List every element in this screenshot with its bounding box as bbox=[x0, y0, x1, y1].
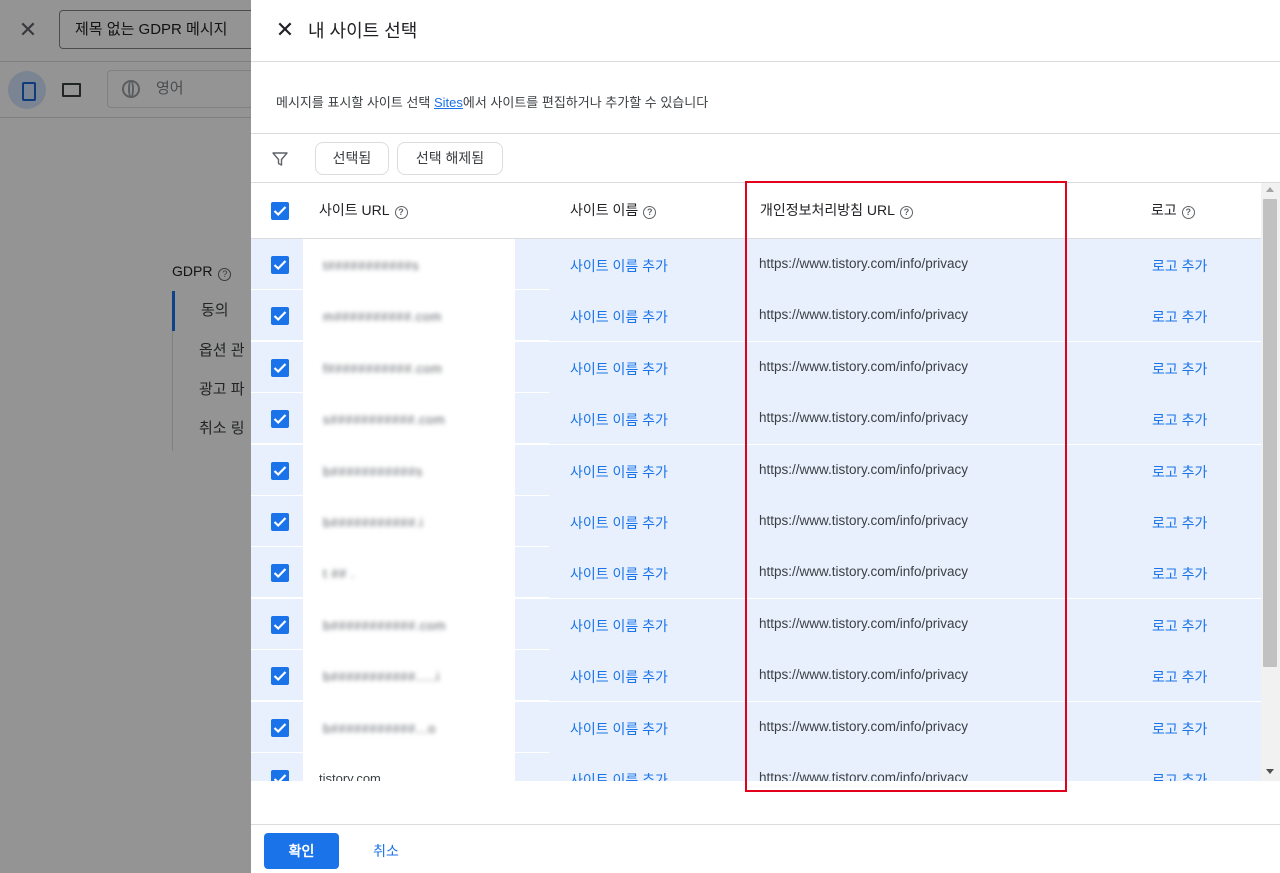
help-icon[interactable]: ? bbox=[394, 206, 408, 219]
add-site-name-link[interactable]: 사이트 이름 추가 bbox=[570, 564, 668, 584]
column-header-name[interactable]: 사이트 이름? bbox=[570, 183, 657, 239]
row-checkbox[interactable] bbox=[271, 256, 289, 274]
filter-bar: 선택됨 선택 해제됨 bbox=[251, 133, 1280, 183]
add-logo-link[interactable]: 로고 추가 bbox=[1152, 719, 1207, 739]
filter-icon[interactable] bbox=[271, 150, 289, 168]
add-site-name-link[interactable]: 사이트 이름 추가 bbox=[570, 462, 668, 482]
column-header-logo-label: 로고 bbox=[1151, 202, 1177, 218]
add-site-name-link[interactable]: 사이트 이름 추가 bbox=[570, 256, 668, 276]
add-logo-link[interactable]: 로고 추가 bbox=[1152, 256, 1207, 276]
filter-chip-unselected[interactable]: 선택 해제됨 bbox=[397, 142, 503, 175]
row-checkbox[interactable] bbox=[271, 359, 289, 377]
site-url-cell: f###########.com bbox=[303, 342, 515, 393]
site-url-cell: b###########.i bbox=[303, 496, 515, 547]
site-url-cell: b###########s bbox=[303, 445, 515, 496]
site-url-cell: m##########.com bbox=[303, 290, 515, 341]
filter-chip-selected[interactable]: 선택됨 bbox=[315, 142, 389, 175]
site-url: b###########s bbox=[323, 464, 423, 479]
dialog-footer: 확인 취소 bbox=[251, 824, 1280, 873]
site-url: t###########s bbox=[323, 258, 420, 273]
scroll-down-icon[interactable] bbox=[1266, 769, 1274, 774]
site-url-cell: t ## . bbox=[303, 547, 515, 598]
description-text-after: 에서 사이트를 편집하거나 추가할 수 있습니다 bbox=[462, 95, 709, 110]
site-url-cell: s###########.com bbox=[303, 393, 515, 444]
add-logo-link[interactable]: 로고 추가 bbox=[1152, 410, 1207, 430]
description-text-before: 메시지를 표시할 사이트 선택 bbox=[276, 95, 434, 110]
site-url: m##########.com bbox=[323, 309, 442, 324]
add-logo-link[interactable]: 로고 추가 bbox=[1152, 462, 1207, 482]
site-url-cell: b###########.....i bbox=[303, 650, 515, 701]
add-site-name-link[interactable]: 사이트 이름 추가 bbox=[570, 359, 668, 379]
site-url: b###########...o bbox=[323, 721, 436, 736]
add-site-name-link[interactable]: 사이트 이름 추가 bbox=[570, 770, 668, 781]
add-site-name-link[interactable]: 사이트 이름 추가 bbox=[570, 616, 668, 636]
dialog-title: 내 사이트 선택 bbox=[308, 21, 418, 41]
add-logo-link[interactable]: 로고 추가 bbox=[1152, 667, 1207, 687]
help-icon[interactable]: ? bbox=[643, 206, 657, 219]
site-url-cell: b###########.com bbox=[303, 599, 515, 650]
site-url: tistory.com bbox=[319, 771, 381, 781]
annotation-highlight-box bbox=[745, 181, 1067, 792]
add-site-name-link[interactable]: 사이트 이름 추가 bbox=[570, 719, 668, 739]
site-url: f###########.com bbox=[323, 361, 443, 376]
site-url: b###########.com bbox=[323, 618, 446, 633]
scroll-up-icon[interactable] bbox=[1266, 187, 1274, 192]
cancel-button[interactable]: 취소 bbox=[361, 833, 411, 869]
site-url: s###########.com bbox=[323, 412, 446, 427]
site-url: b###########.....i bbox=[323, 669, 440, 684]
site-url-cell: t###########s bbox=[303, 239, 515, 290]
dialog-description: 메시지를 표시할 사이트 선택 Sites에서 사이트를 편집하거나 추가할 수… bbox=[276, 92, 708, 111]
row-checkbox[interactable] bbox=[271, 410, 289, 428]
row-checkbox[interactable] bbox=[271, 770, 289, 781]
add-site-name-link[interactable]: 사이트 이름 추가 bbox=[570, 307, 668, 327]
add-logo-link[interactable]: 로고 추가 bbox=[1152, 616, 1207, 636]
row-checkbox[interactable] bbox=[271, 616, 289, 634]
scroll-thumb[interactable] bbox=[1263, 199, 1277, 667]
row-checkbox[interactable] bbox=[271, 719, 289, 737]
sites-link[interactable]: Sites bbox=[434, 95, 463, 110]
close-icon[interactable]: ✕ bbox=[273, 18, 297, 42]
add-site-name-link[interactable]: 사이트 이름 추가 bbox=[570, 410, 668, 430]
add-logo-link[interactable]: 로고 추가 bbox=[1152, 359, 1207, 379]
row-checkbox[interactable] bbox=[271, 513, 289, 531]
row-checkbox[interactable] bbox=[271, 564, 289, 582]
select-all-checkbox[interactable] bbox=[271, 202, 289, 220]
add-site-name-link[interactable]: 사이트 이름 추가 bbox=[570, 513, 668, 533]
add-logo-link[interactable]: 로고 추가 bbox=[1152, 564, 1207, 584]
column-header-name-label: 사이트 이름 bbox=[570, 202, 639, 218]
select-sites-dialog: ✕ 내 사이트 선택 메시지를 표시할 사이트 선택 Sites에서 사이트를 … bbox=[251, 0, 1280, 873]
table-scrollbar[interactable] bbox=[1261, 183, 1280, 781]
add-logo-link[interactable]: 로고 추가 bbox=[1152, 307, 1207, 327]
site-url: t ## . bbox=[323, 566, 355, 581]
site-url: b###########.i bbox=[323, 515, 424, 530]
site-url-cell: tistory.com bbox=[303, 753, 515, 781]
dialog-header: ✕ 내 사이트 선택 bbox=[251, 0, 1280, 62]
row-checkbox[interactable] bbox=[271, 667, 289, 685]
column-header-url[interactable]: 사이트 URL? bbox=[319, 183, 408, 239]
add-site-name-link[interactable]: 사이트 이름 추가 bbox=[570, 667, 668, 687]
column-header-logo[interactable]: 로고? bbox=[1151, 183, 1195, 239]
help-icon[interactable]: ? bbox=[1181, 206, 1195, 219]
column-header-url-label: 사이트 URL bbox=[319, 202, 390, 218]
add-logo-link[interactable]: 로고 추가 bbox=[1152, 770, 1207, 781]
row-checkbox[interactable] bbox=[271, 307, 289, 325]
site-url-cell: b###########...o bbox=[303, 702, 515, 753]
add-logo-link[interactable]: 로고 추가 bbox=[1152, 513, 1207, 533]
confirm-button[interactable]: 확인 bbox=[264, 833, 339, 869]
row-checkbox[interactable] bbox=[271, 462, 289, 480]
